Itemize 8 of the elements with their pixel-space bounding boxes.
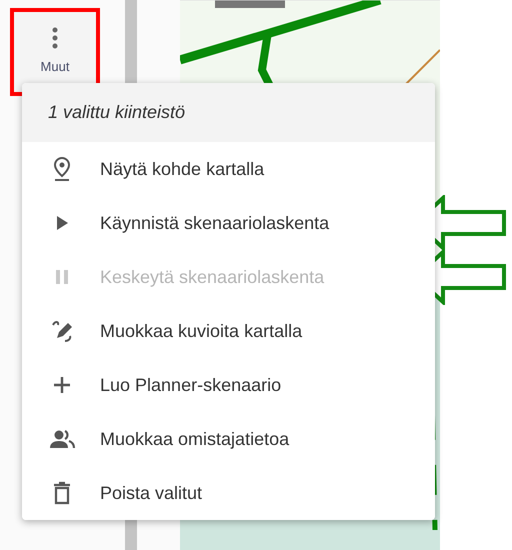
menu-item[interactable]: Luo Planner-skenaario [22, 358, 435, 412]
menu-item[interactable]: Muokkaa omistajatietoa [22, 412, 435, 466]
menu-item[interactable]: Poista valitut [22, 466, 435, 520]
menu-header: 1 valittu kiinteistö [22, 83, 435, 142]
menu-item[interactable]: Näytä kohde kartalla [22, 142, 435, 196]
more-icon [52, 27, 58, 50]
menu-item[interactable]: Käynnistä skenaariolaskenta [22, 196, 435, 250]
menu-item[interactable]: Muokkaa kuvioita kartalla [22, 304, 435, 358]
